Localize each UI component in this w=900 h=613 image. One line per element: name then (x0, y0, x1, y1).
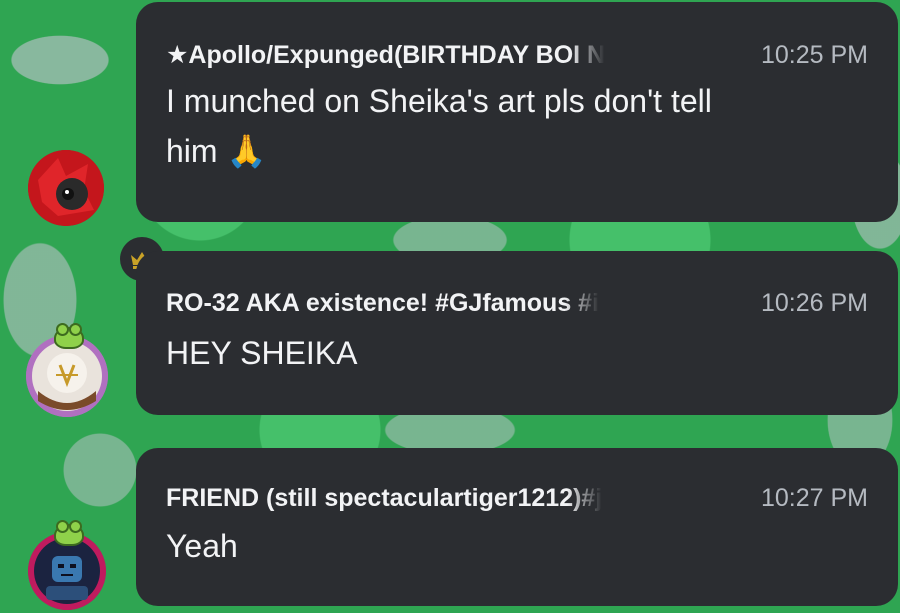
message-bubble[interactable]: RO-32 AKA existence! #GJfamous #i 10:26 … (136, 251, 898, 415)
message-bubble[interactable]: ★Apollo/Expunged(BIRTHDAY BOI N 10:25 PM… (136, 2, 898, 222)
author-name[interactable]: FRIEND (still spectaculartiger1212)#j (166, 484, 602, 513)
timestamp: 10:25 PM (760, 41, 868, 69)
timestamp: 10:26 PM (760, 289, 868, 317)
frog-decoration-icon (54, 520, 84, 546)
message-row: RO-32 AKA existence! #GJfamous #i 10:26 … (0, 235, 900, 425)
author-name[interactable]: ★Apollo/Expunged(BIRTHDAY BOI N (166, 40, 605, 70)
user-avatar[interactable] (28, 150, 104, 226)
message-text: HEY SHEIKA (166, 335, 358, 371)
frog-decoration-icon (54, 323, 84, 349)
message-text: Yeah (166, 528, 238, 564)
message-row: ★Apollo/Expunged(BIRTHDAY BOI N 10:25 PM… (0, 0, 900, 230)
message-row: FRIEND (still spectaculartiger1212)#j 10… (0, 440, 900, 613)
timestamp: 10:27 PM (760, 484, 868, 512)
message-text: I munched on Sheika's art pls don't tell (166, 83, 712, 119)
message-bubble[interactable]: FRIEND (still spectaculartiger1212)#j 10… (136, 448, 898, 606)
author-name[interactable]: RO-32 AKA existence! #GJfamous #i (166, 289, 599, 318)
message-text-line2: him 🙏 (166, 133, 267, 169)
